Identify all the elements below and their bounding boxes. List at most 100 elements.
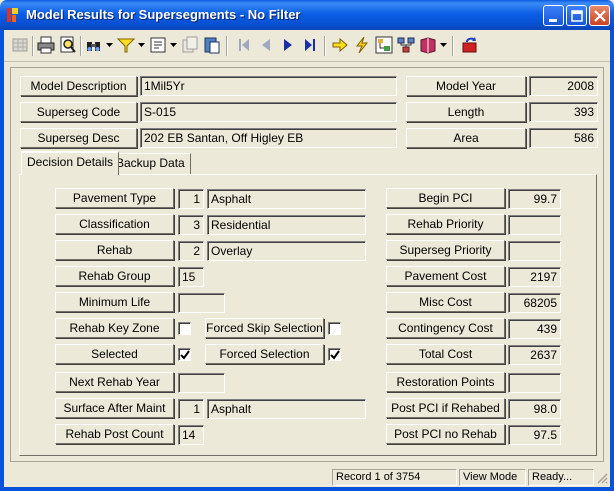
- tab-backup-data[interactable]: Backup Data: [110, 153, 191, 174]
- selected-button[interactable]: Selected: [55, 344, 174, 364]
- contingency-cost-button[interactable]: Contingency Cost: [386, 318, 505, 338]
- grid-icon: [12, 38, 28, 52]
- model-description-button[interactable]: Model Description: [20, 76, 137, 96]
- maximize-button[interactable]: [566, 5, 587, 26]
- exit-icon: [462, 37, 477, 53]
- exit-button[interactable]: [460, 35, 480, 55]
- forced-skip-selection-checkbox[interactable]: [328, 322, 341, 335]
- dropdown-arrow-icon[interactable]: [440, 41, 447, 49]
- prev-record-button[interactable]: [256, 35, 276, 55]
- pavement-cost-field[interactable]: 2197: [508, 267, 561, 287]
- print-button[interactable]: [36, 35, 56, 55]
- minimize-button[interactable]: [543, 5, 564, 26]
- restoration-points-button[interactable]: Restoration Points: [386, 372, 505, 392]
- paste-button[interactable]: [202, 35, 222, 55]
- toolbar-separator: [80, 36, 82, 56]
- misc-cost-button[interactable]: Misc Cost: [386, 292, 505, 312]
- rehab-priority-button[interactable]: Rehab Priority: [386, 214, 505, 234]
- last-record-button[interactable]: [300, 35, 320, 55]
- superseg-code-button[interactable]: Superseg Code: [20, 102, 137, 122]
- print-icon: [37, 36, 55, 54]
- copy-button[interactable]: [180, 35, 200, 55]
- filter-button[interactable]: [116, 35, 136, 55]
- area-button[interactable]: Area: [406, 128, 526, 148]
- rehab-group-field[interactable]: 15: [178, 267, 204, 287]
- length-button[interactable]: Length: [406, 102, 526, 122]
- pavement-type-field[interactable]: Asphalt: [207, 189, 366, 209]
- rehab-key-zone-button[interactable]: Rehab Key Zone: [55, 318, 174, 338]
- dropdown-arrow-icon[interactable]: [138, 41, 145, 49]
- dropdown-arrow-icon[interactable]: [106, 41, 113, 49]
- post-pci-no-rehab-button[interactable]: Post PCI no Rehab: [386, 424, 505, 444]
- restoration-points-field[interactable]: [508, 373, 561, 393]
- network-button[interactable]: [396, 35, 416, 55]
- find-button[interactable]: [84, 35, 104, 55]
- total-cost-field[interactable]: 2637: [508, 345, 561, 365]
- rehab-field[interactable]: Overlay: [207, 241, 366, 261]
- surface-after-maint-field[interactable]: Asphalt: [207, 399, 366, 419]
- surface-after-maint-code-field[interactable]: 1: [178, 399, 204, 419]
- title-bar[interactable]: Model Results for Supersegments - No Fil…: [0, 0, 614, 30]
- next-rehab-year-button[interactable]: Next Rehab Year: [55, 372, 174, 392]
- minimum-life-field[interactable]: [178, 293, 225, 313]
- rehab-key-zone-checkbox[interactable]: [178, 322, 191, 335]
- superseg-priority-button[interactable]: Superseg Priority: [386, 240, 505, 260]
- superseg-priority-field[interactable]: [508, 241, 561, 261]
- resize-grip-icon[interactable]: [596, 472, 608, 484]
- classification-field[interactable]: Residential: [207, 215, 366, 235]
- contingency-cost-field[interactable]: 439: [508, 319, 561, 339]
- next-rehab-year-field[interactable]: [178, 373, 225, 393]
- classification-code-field[interactable]: 3: [178, 215, 204, 235]
- superseg-code-field[interactable]: S-015: [140, 102, 397, 122]
- close-button[interactable]: [589, 5, 610, 26]
- classification-button[interactable]: Classification: [55, 214, 174, 234]
- forced-selection-checkbox[interactable]: [328, 348, 341, 361]
- begin-pci-button[interactable]: Begin PCI: [386, 188, 505, 208]
- window-title: Model Results for Supersegments - No Fil…: [26, 7, 301, 22]
- surface-after-maint-button[interactable]: Surface After Maint: [55, 398, 174, 418]
- rehab-priority-field[interactable]: [508, 215, 561, 235]
- length-field[interactable]: 393: [529, 102, 598, 122]
- print-preview-button[interactable]: [58, 35, 78, 55]
- paste-icon: [204, 37, 220, 54]
- tab-decision-details[interactable]: Decision Details: [21, 151, 120, 175]
- ready-status: Ready...: [528, 469, 594, 486]
- rehab-group-button[interactable]: Rehab Group: [55, 266, 174, 286]
- area-field[interactable]: 586: [529, 128, 598, 148]
- post-pci-no-rehab-field[interactable]: 97.5: [508, 425, 561, 445]
- rehab-button[interactable]: Rehab: [55, 240, 174, 260]
- forced-skip-selection-button[interactable]: Forced Skip Selection: [205, 318, 324, 338]
- superseg-desc-button[interactable]: Superseg Desc: [20, 128, 137, 148]
- rehab-post-count-button[interactable]: Rehab Post Count: [55, 424, 174, 444]
- app-icon: [7, 8, 18, 22]
- total-cost-button[interactable]: Total Cost: [386, 344, 505, 364]
- selected-checkbox[interactable]: [178, 348, 191, 361]
- post-pci-if-rehabed-button[interactable]: Post PCI if Rehabed: [386, 398, 505, 418]
- next-record-button[interactable]: [278, 35, 298, 55]
- copy-icon: [182, 36, 198, 53]
- form-button[interactable]: [148, 35, 168, 55]
- rehab-post-count-field[interactable]: 14: [178, 425, 204, 445]
- pavement-type-code-field[interactable]: 1: [178, 189, 204, 209]
- pavement-cost-button[interactable]: Pavement Cost: [386, 266, 505, 286]
- goto-button[interactable]: [330, 35, 350, 55]
- begin-pci-field[interactable]: 99.7: [508, 189, 561, 209]
- model-year-field[interactable]: 2008: [529, 76, 598, 96]
- grid-button[interactable]: [10, 35, 30, 55]
- status-bar: Record 1 of 3754 View Mode Ready...: [4, 467, 610, 487]
- misc-cost-field[interactable]: 68205: [508, 293, 561, 313]
- rehab-code-field[interactable]: 2: [178, 241, 204, 261]
- minimum-life-button[interactable]: Minimum Life: [55, 292, 174, 312]
- record-count-status: Record 1 of 3754: [332, 469, 457, 486]
- model-description-field[interactable]: 1Mil5Yr: [140, 76, 397, 96]
- dropdown-arrow-icon[interactable]: [170, 41, 177, 49]
- pavement-type-button[interactable]: Pavement Type: [55, 188, 174, 208]
- forced-selection-button[interactable]: Forced Selection: [205, 344, 324, 364]
- tree-button[interactable]: [374, 35, 394, 55]
- model-year-button[interactable]: Model Year: [406, 76, 526, 96]
- book-button[interactable]: [418, 35, 438, 55]
- superseg-desc-field[interactable]: 202 EB Santan, Off Higley EB: [140, 128, 397, 148]
- post-pci-if-rehabed-field[interactable]: 98.0: [508, 399, 561, 419]
- first-record-button[interactable]: [234, 35, 254, 55]
- run-button[interactable]: [352, 35, 372, 55]
